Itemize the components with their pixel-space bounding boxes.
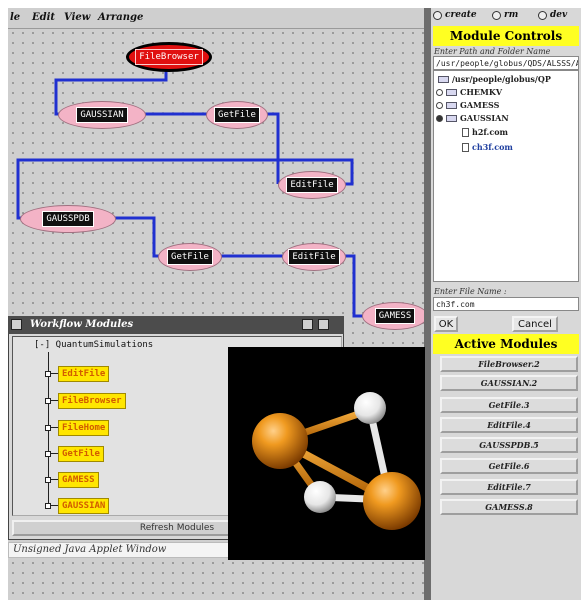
node-gaussian[interactable]: GAUSSIAN (58, 101, 146, 129)
active-module-button[interactable]: EditFile.4 (440, 417, 578, 433)
radio-icon (538, 10, 547, 20)
node-label: GetFile (214, 107, 260, 123)
node-filebrowser[interactable]: FileBrowser (126, 42, 212, 72)
node-label: GetFile (167, 249, 213, 265)
atom-heavy (363, 472, 421, 530)
file-icon (462, 127, 469, 137)
tree-item-label: GAMESS (460, 100, 500, 110)
active-module-button[interactable]: GetFile.3 (440, 397, 578, 413)
ok-button[interactable]: OK (434, 316, 458, 332)
tree-root-item[interactable]: [-] QuantumSimulations (34, 340, 153, 350)
maximize-icon[interactable] (318, 319, 329, 330)
node-label: EditFile (288, 249, 340, 265)
expand-icon (436, 101, 443, 109)
radio-label: create (445, 10, 477, 20)
tree-branch (45, 451, 58, 457)
wire-gausspdb-getfile (112, 216, 162, 258)
active-module-button[interactable]: FileBrowser.2 (440, 356, 578, 372)
tree-branch (45, 425, 58, 431)
tree-file-label: ch3f.com (472, 142, 513, 152)
applet-status: Unsigned Java Applet Window (8, 542, 230, 558)
window-menu-icon[interactable] (11, 319, 22, 330)
cancel-button[interactable]: Cancel (512, 316, 558, 332)
node-gamess[interactable]: GAMESS (362, 302, 428, 330)
radio-icon (433, 10, 442, 20)
module-item[interactable]: FileBrowser (58, 393, 126, 409)
node-label: FileBrowser (135, 49, 203, 65)
folder-icon (446, 114, 457, 122)
module-item[interactable]: GetFile (58, 446, 104, 462)
node-getfile[interactable]: GetFile (206, 101, 268, 129)
atom-light (304, 481, 336, 513)
radio-rm[interactable]: rm (492, 10, 518, 20)
active-module-button[interactable]: GetFile.6 (440, 458, 578, 474)
tree-root[interactable]: /usr/people/globus/QP (438, 74, 551, 84)
wire-editfile2-gamess (340, 254, 366, 318)
active-modules-title: Active Modules (433, 334, 579, 354)
molecule-render (252, 392, 421, 530)
module-item[interactable]: EditFile (58, 366, 110, 382)
module-item[interactable]: FileHome (58, 420, 110, 436)
tree-root-label: /usr/people/globus/QP (452, 74, 551, 84)
expand-icon (436, 88, 443, 96)
wire-getfile-editfile (264, 112, 280, 184)
folder-icon (446, 101, 457, 109)
file-icon (462, 142, 469, 152)
tree-item-gaussian[interactable]: GAUSSIAN (436, 113, 509, 123)
tree-file-h2f[interactable]: h2f.com (462, 127, 508, 137)
folder-icon (446, 88, 457, 96)
active-module-button[interactable]: GAUSSIAN.2 (440, 375, 578, 391)
molecule-viewer[interactable] (228, 347, 425, 560)
radio-icon (492, 10, 501, 20)
tree-file-ch3f[interactable]: ch3f.com (462, 142, 513, 152)
folder-icon (438, 75, 449, 83)
tree-branch (45, 477, 58, 483)
active-module-button[interactable]: GAUSSPDB.5 (440, 437, 578, 453)
atom-heavy (252, 413, 308, 469)
tree-item-label: CHEMKV (460, 87, 503, 97)
node-gausspdb[interactable]: GAUSSPDB (20, 205, 116, 233)
node-editfile-2[interactable]: EditFile (282, 243, 346, 271)
path-input[interactable]: /usr/people/globus/QDS/ALSSS/Ar (433, 56, 579, 70)
expand-icon (436, 114, 443, 122)
panel-divider[interactable] (424, 8, 431, 600)
radio-create[interactable]: create (433, 10, 477, 20)
node-editfile[interactable]: EditFile (278, 171, 346, 199)
active-module-button[interactable]: EditFile.7 (440, 479, 578, 495)
tree-file-label: h2f.com (472, 127, 508, 137)
file-name-label: Enter File Name : (434, 287, 507, 296)
window-titlebar[interactable]: Workflow Modules (8, 316, 344, 334)
tree-item-gamess[interactable]: GAMESS (436, 100, 499, 110)
tree-branch (45, 398, 58, 404)
node-label: GAUSSIAN (76, 107, 128, 123)
module-item[interactable]: GAMESS (58, 472, 99, 488)
tree-item-chemkv[interactable]: CHEMKV (436, 87, 502, 97)
tree-item-label: GAUSSIAN (460, 113, 509, 123)
path-label: Enter Path and Folder Name (434, 47, 551, 56)
node-label: GAUSSPDB (42, 211, 94, 227)
active-module-button[interactable]: GAMESS.8 (440, 499, 578, 515)
node-label: EditFile (286, 177, 338, 193)
minimize-icon[interactable] (302, 319, 313, 330)
window-title: Workflow Modules (30, 319, 134, 330)
tree-branch (45, 371, 58, 377)
node-getfile-2[interactable]: GetFile (158, 243, 222, 271)
radio-label: dev (550, 10, 568, 20)
radio-label: rm (504, 10, 519, 20)
tree-branch (45, 503, 58, 509)
atom-light (354, 392, 386, 424)
module-item[interactable]: GAUSSIAN (58, 498, 110, 514)
node-label: GAMESS (374, 308, 416, 324)
module-controls-title: Module Controls (433, 26, 579, 46)
file-name-input[interactable]: ch3f.com (433, 297, 579, 311)
radio-dev[interactable]: dev (538, 10, 567, 20)
